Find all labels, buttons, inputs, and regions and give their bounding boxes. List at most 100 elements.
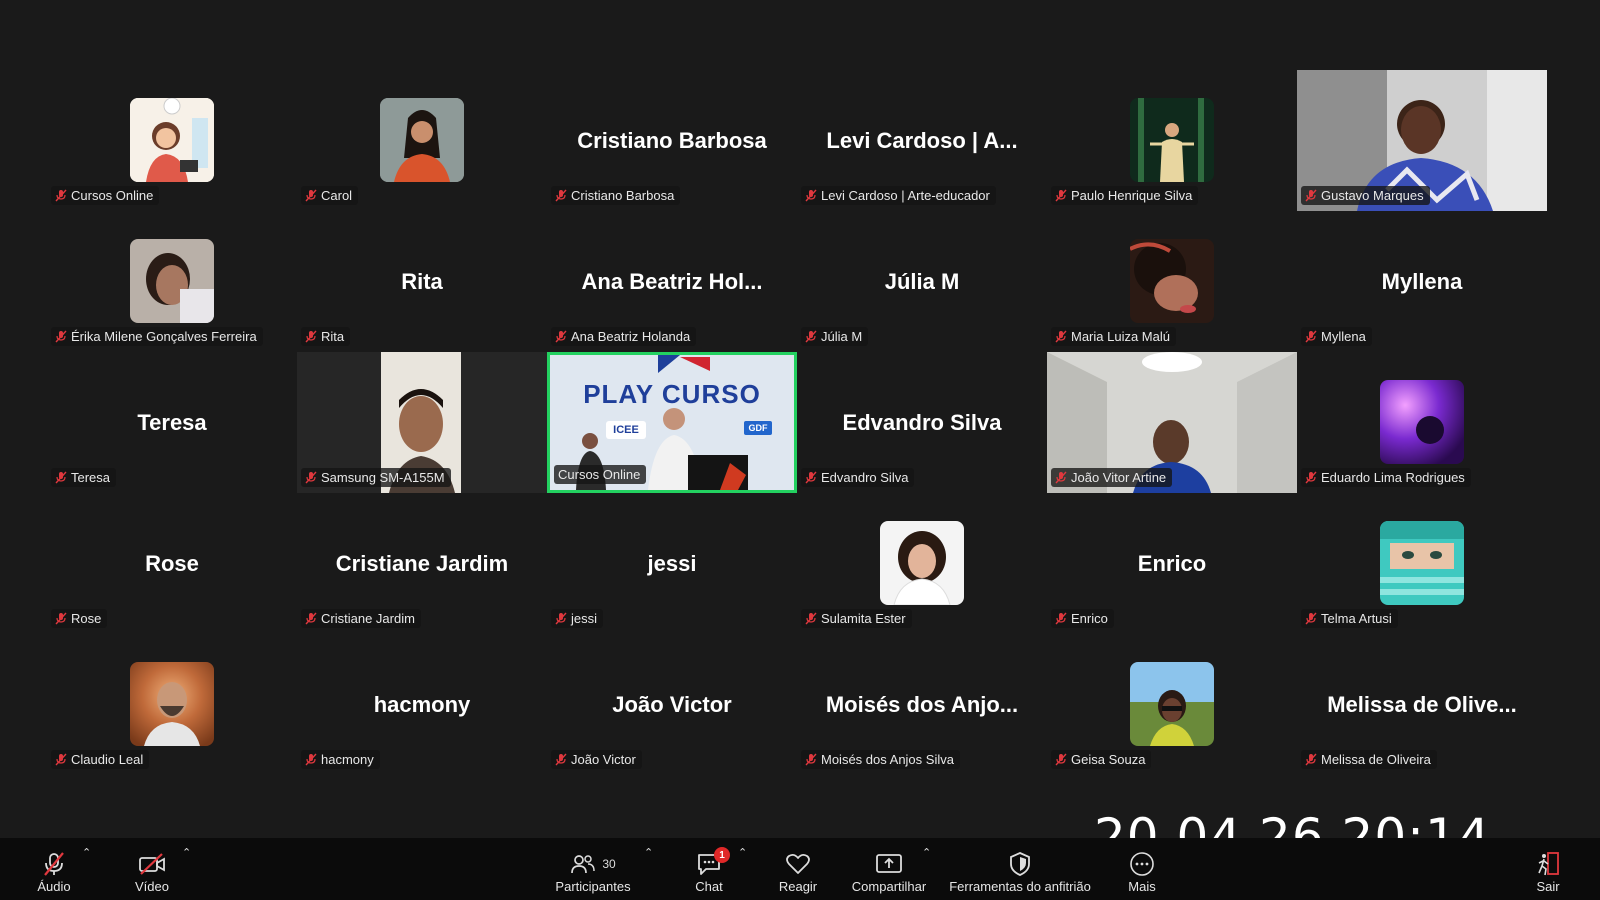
audio-options-chevron-icon[interactable]: ⌃ <box>82 846 91 859</box>
participant-tile[interactable]: Eduardo Lima Rodrigues <box>1297 352 1547 493</box>
participant-name-label: Sulamita Ester <box>801 609 912 628</box>
leave-button[interactable]: Sair <box>1528 838 1568 900</box>
participant-display-name: Melissa de Olive... <box>1327 691 1517 717</box>
participant-tile[interactable]: Carol <box>297 70 547 211</box>
mic-muted-icon <box>55 753 67 766</box>
mic-muted-icon <box>305 330 317 343</box>
participant-tile[interactable]: jessi jessi <box>547 493 797 634</box>
more-button[interactable]: Mais <box>1122 838 1162 900</box>
participant-name: Moisés dos Anjos Silva <box>821 752 954 767</box>
participant-name: Eduardo Lima Rodrigues <box>1321 470 1465 485</box>
participant-tile[interactable]: Myllena Myllena <box>1297 211 1547 352</box>
participant-tile[interactable]: Paulo Henrique Silva <box>1047 70 1297 211</box>
avatar <box>1130 239 1214 323</box>
participant-display-name: Rita <box>401 268 443 294</box>
chat-button[interactable]: 1 Chat <box>690 838 730 900</box>
avatar <box>880 521 964 605</box>
mic-muted-icon <box>1055 471 1067 484</box>
heart-icon <box>786 853 810 874</box>
chat-label: Chat <box>695 879 723 894</box>
mic-muted-icon <box>305 471 317 484</box>
participant-tile[interactable]: Gustavo Marques <box>1297 70 1547 211</box>
participant-display-name: Levi Cardoso | A... <box>826 127 1018 153</box>
participants-button[interactable]: 30 Participantes <box>550 838 636 900</box>
participants-count: 30 <box>602 857 616 871</box>
participant-name-label: Enrico <box>1051 609 1114 628</box>
participant-tile[interactable]: Cursos Online <box>47 70 297 211</box>
avatar <box>1130 98 1214 182</box>
participants-options-chevron-icon[interactable]: ⌃ <box>644 846 653 859</box>
participant-name: jessi <box>571 611 598 626</box>
participant-tile[interactable]: João Vitor Artine <box>1047 352 1297 493</box>
shield-icon <box>1010 852 1030 876</box>
participant-tile[interactable]: Teresa Teresa <box>47 352 297 493</box>
mic-muted-icon <box>555 753 567 766</box>
video-button[interactable]: Vídeo <box>128 838 176 900</box>
mic-muted-icon <box>44 852 64 876</box>
chat-options-chevron-icon[interactable]: ⌃ <box>738 846 747 859</box>
participant-name-label: Gustavo Marques <box>1301 186 1430 205</box>
share-options-chevron-icon[interactable]: ⌃ <box>922 846 931 859</box>
participant-name-label: Cursos Online <box>51 186 160 205</box>
react-button[interactable]: Reagir <box>774 838 822 900</box>
participant-tile[interactable]: Ana Beatriz Hol... Ana Beatriz Holanda <box>547 211 797 352</box>
video-options-chevron-icon[interactable]: ⌃ <box>182 846 191 859</box>
participant-tile[interactable]: hacmony hacmony <box>297 634 547 775</box>
participant-name: Rose <box>71 611 102 626</box>
avatar <box>1130 662 1214 746</box>
participant-name-label: Geisa Souza <box>1051 750 1152 769</box>
participant-tile[interactable]: Levi Cardoso | A... Levi Cardoso | Arte-… <box>797 70 1047 211</box>
share-screen-button[interactable]: Compartilhar <box>848 838 930 900</box>
participant-name: Levi Cardoso | Arte-educador <box>821 188 990 203</box>
participant-name-label: Samsung SM-A155M <box>301 468 451 487</box>
participant-name: Cursos Online <box>71 188 154 203</box>
participant-tile[interactable]: João Victor João Victor <box>547 634 797 775</box>
participant-display-name: hacmony <box>373 691 471 717</box>
participant-name-label: Rita <box>301 327 351 346</box>
participant-name-label: Júlia M <box>801 327 869 346</box>
participant-name: Samsung SM-A155M <box>321 470 445 485</box>
host-tools-button[interactable]: Ferramentas do anfitrião <box>948 838 1092 900</box>
participant-tile[interactable]: Sulamita Ester <box>797 493 1047 634</box>
participant-name: João Victor <box>571 752 636 767</box>
participant-display-name: Júlia M <box>884 268 960 294</box>
participant-name-label: Moisés dos Anjos Silva <box>801 750 960 769</box>
participant-name: Érika Milene Gonçalves Ferreira <box>71 329 257 344</box>
participant-display-name: Ana Beatriz Hol... <box>581 268 763 294</box>
participant-tile[interactable]: Rose Rose <box>47 493 297 634</box>
participant-tile[interactable]: Telma Artusi <box>1297 493 1547 634</box>
participant-name-label: Carol <box>301 186 359 205</box>
active-speaker-tile[interactable]: PLAY CURSO ICEE GDF Cursos Online <box>547 352 797 493</box>
avatar <box>130 98 214 182</box>
participant-tile[interactable]: Edvandro Silva Edvandro Silva <box>797 352 1047 493</box>
participant-tile[interactable]: Melissa de Olive... Melissa de Oliveira <box>1297 634 1547 775</box>
participant-tile[interactable]: Rita Rita <box>297 211 547 352</box>
participant-name: Maria Luiza Malú <box>1071 329 1170 344</box>
participant-name: Paulo Henrique Silva <box>1071 188 1193 203</box>
audio-button[interactable]: Áudio <box>30 838 78 900</box>
participant-name-label: hacmony <box>301 750 380 769</box>
participant-name-label: Myllena <box>1301 327 1372 346</box>
participant-tile[interactable]: Samsung SM-A155M <box>297 352 547 493</box>
meeting-toolbar: Áudio ⌃ Vídeo ⌃ 30 Participantes ⌃ 1 Cha… <box>0 838 1600 900</box>
participant-name-label: João Victor <box>551 750 642 769</box>
participant-name: Júlia M <box>821 329 863 344</box>
participant-name: Telma Artusi <box>1321 611 1392 626</box>
participant-tile[interactable]: Moisés dos Anjo... Moisés dos Anjos Silv… <box>797 634 1047 775</box>
participant-tile[interactable]: Cristiane Jardim Cristiane Jardim <box>297 493 547 634</box>
participant-display-name: Moisés dos Anjo... <box>825 691 1019 717</box>
participant-tile[interactable]: Maria Luiza Malú <box>1047 211 1297 352</box>
participant-tile[interactable]: Claudio Leal <box>47 634 297 775</box>
participant-name-label: Telma Artusi <box>1301 609 1398 628</box>
participant-name: Cristiano Barbosa <box>571 188 675 203</box>
mic-muted-icon <box>1055 612 1067 625</box>
participant-tile[interactable]: Enrico Enrico <box>1047 493 1297 634</box>
participant-tile[interactable]: Júlia M Júlia M <box>797 211 1047 352</box>
mic-muted-icon <box>305 753 317 766</box>
participant-tile[interactable]: Érika Milene Gonçalves Ferreira <box>47 211 297 352</box>
participant-tile[interactable]: Geisa Souza <box>1047 634 1297 775</box>
avatar <box>1380 380 1464 464</box>
participant-display-name: Edvandro Silva <box>842 409 1002 435</box>
participant-tile[interactable]: Cristiano Barbosa Cristiano Barbosa <box>547 70 797 211</box>
avatar <box>130 239 214 323</box>
